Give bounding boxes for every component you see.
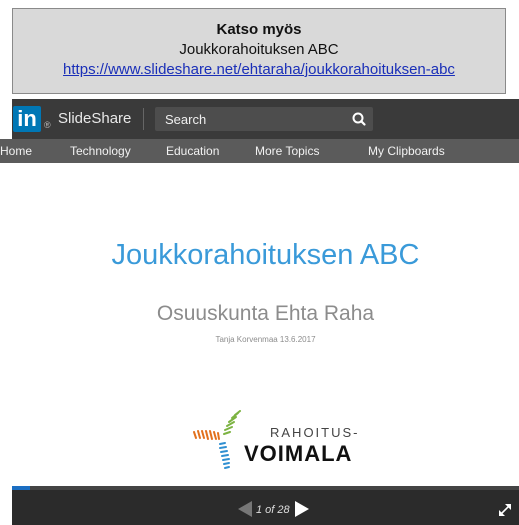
progress-track[interactable] (12, 486, 519, 490)
logo-text-line2: VOIMALA (244, 441, 353, 466)
slide-subtitle: Osuuskunta Ehta Raha (156, 302, 375, 325)
rahoitusvoimala-logo: RAHOITUS- VOIMALA (192, 410, 372, 480)
nav-item-education[interactable]: Education (166, 144, 219, 158)
nav-item-more-topics[interactable]: More Topics (255, 144, 319, 158)
linkedin-logo-icon[interactable]: in (13, 106, 41, 132)
registered-mark: ® (44, 120, 51, 130)
slide-author: Tanja Korvenmaa 13.6.2017 (215, 335, 316, 344)
slide-counter: 1 of 28 (256, 504, 290, 516)
nav-item-home[interactable]: Home (0, 144, 32, 158)
previous-slide-icon[interactable] (236, 501, 254, 517)
nav-item-my-clipboards[interactable]: My Clipboards (368, 144, 445, 158)
search-input[interactable]: Search (165, 112, 206, 127)
fullscreen-icon[interactable] (498, 503, 512, 517)
header-divider (143, 108, 144, 130)
announcement-banner: Katso myös Joukkorahoituksen ABC https:/… (12, 8, 506, 94)
next-slide-icon[interactable] (293, 501, 311, 517)
slide-title: Joukkorahoituksen ABC (111, 239, 420, 271)
banner-title: Katso myös (216, 21, 302, 38)
banner-subtitle: Joukkorahoituksen ABC (179, 41, 339, 58)
logo-text-line1: RAHOITUS- (270, 425, 360, 440)
nav-item-technology[interactable]: Technology (70, 144, 131, 158)
progress-fill (12, 486, 31, 490)
search-box[interactable]: Search (155, 107, 373, 131)
brand-name[interactable]: SlideShare (58, 110, 131, 127)
slide-view: Joukkorahoituksen ABC Osuuskunta Ehta Ra… (12, 163, 519, 486)
search-icon[interactable] (347, 107, 371, 131)
header-bar: in ® SlideShare Search (12, 99, 519, 139)
slide-player-bar: 1 of 28 (12, 486, 519, 525)
topic-nav: Home Technology Education More Topics My… (0, 139, 519, 163)
banner-link[interactable]: https://www.slideshare.net/ehtaraha/jouk… (13, 61, 505, 78)
